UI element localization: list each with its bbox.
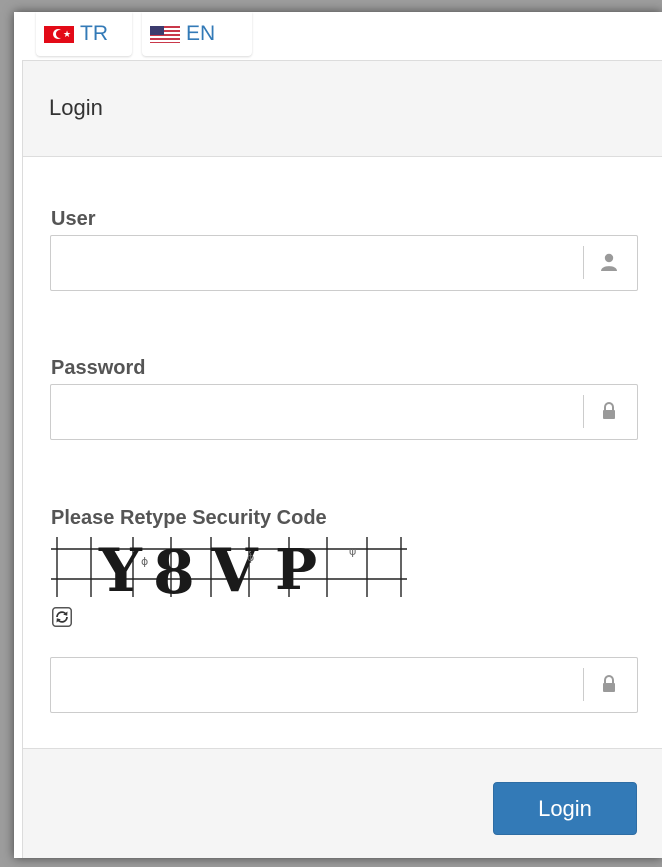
password-label: Password: [51, 357, 146, 379]
language-bar: ★ TR EN: [14, 12, 662, 60]
svg-text:8: 8: [153, 538, 195, 599]
svg-text:ϕ: ϕ: [141, 555, 148, 568]
user-input[interactable]: [51, 236, 571, 288]
language-label-tr: TR: [80, 22, 108, 45]
language-label-en: EN: [186, 22, 216, 45]
password-input-group: [50, 384, 638, 440]
security-code-input[interactable]: [51, 658, 571, 710]
refresh-icon[interactable]: [52, 607, 72, 627]
user-icon: [601, 253, 617, 271]
password-input[interactable]: [51, 385, 571, 437]
lock-icon: [603, 675, 615, 692]
input-addon-separator: [583, 246, 584, 279]
input-addon-separator: [583, 395, 584, 428]
svg-text:ϕ: ϕ: [247, 551, 254, 564]
security-code-input-group: [50, 657, 638, 713]
svg-text:V: V: [210, 536, 259, 599]
user-input-group: [50, 235, 638, 291]
lock-icon: [603, 402, 615, 419]
svg-text:ψ: ψ: [349, 545, 356, 558]
panel-footer: Login: [23, 748, 662, 858]
panel-heading: Login: [23, 61, 662, 157]
login-button[interactable]: Login: [493, 782, 637, 835]
login-window: ★ TR EN Login User Password Please Retyp…: [14, 12, 662, 858]
security-code-label: Please Retype Security Code: [51, 507, 327, 529]
language-tab-tr[interactable]: ★ TR: [36, 12, 132, 56]
user-label: User: [51, 208, 96, 230]
turkey-flag-icon: ★: [44, 25, 74, 43]
svg-text:P: P: [275, 537, 317, 599]
panel-title: Login: [49, 95, 103, 120]
language-tab-en[interactable]: EN: [142, 12, 252, 56]
captcha-image: Y 8 V P ϕ ϕ ψ: [51, 535, 407, 599]
login-panel: Login User Password Please Retype Securi…: [22, 60, 662, 858]
svg-text:Y: Y: [98, 536, 143, 599]
input-addon-separator: [583, 668, 584, 701]
usa-flag-icon: [150, 25, 180, 43]
